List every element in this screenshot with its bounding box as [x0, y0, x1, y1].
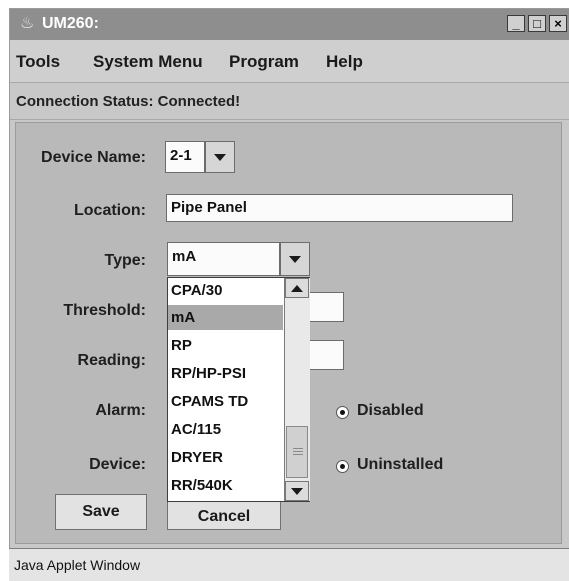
arrow-down-icon	[291, 488, 303, 495]
menu-system-menu[interactable]: System Menu	[93, 52, 203, 72]
alarm-disabled-radio[interactable]	[336, 406, 349, 419]
menu-bar: Tools System Menu Program Help	[10, 40, 569, 83]
connection-status: Connection Status: Connected!	[16, 93, 241, 110]
chevron-down-icon	[289, 256, 301, 263]
dropdown-option[interactable]: RR/540K	[168, 473, 283, 498]
window-title: UM260:	[42, 15, 99, 32]
grip-line	[293, 448, 303, 449]
location-input[interactable]: Pipe Panel	[166, 194, 513, 222]
dropdown-scrollbar[interactable]	[284, 278, 310, 501]
threshold-label: Threshold:	[63, 302, 146, 319]
device-uninstalled-label: Uninstalled	[357, 456, 444, 473]
reading-label: Reading:	[77, 352, 146, 369]
save-button[interactable]: Save	[55, 494, 147, 530]
device-name-label: Device Name:	[41, 149, 146, 166]
type-label: Type:	[104, 252, 146, 269]
grip-line	[293, 454, 303, 455]
alarm-label: Alarm:	[95, 402, 146, 419]
arrow-up-icon	[291, 285, 303, 292]
dropdown-option[interactable]: CPAMS TD	[168, 389, 283, 414]
maximize-button[interactable]: □	[528, 15, 546, 32]
close-button[interactable]: ×	[549, 15, 567, 32]
applet-warning-bar: Java Applet Window	[9, 548, 569, 581]
connection-status-bar: Connection Status: Connected!	[10, 83, 569, 120]
device-name-select[interactable]: 2-1	[165, 141, 205, 173]
device-uninstalled-radio[interactable]	[336, 460, 349, 473]
dropdown-option[interactable]: RP	[168, 333, 283, 358]
device-name-dropdown-button[interactable]	[205, 141, 235, 173]
alarm-disabled-label: Disabled	[357, 402, 424, 419]
type-select[interactable]: mA	[167, 242, 280, 276]
java-cup-icon: ♨	[20, 15, 35, 32]
title-bar[interactable]: ♨ UM260: _ □ ×	[10, 9, 569, 40]
type-dropdown-button[interactable]	[280, 242, 310, 276]
dropdown-option-selected[interactable]: mA	[168, 305, 283, 330]
device-label: Device:	[89, 456, 146, 473]
menu-program[interactable]: Program	[229, 52, 299, 72]
grip-line	[293, 451, 303, 452]
applet-window-label: Java Applet Window	[14, 557, 141, 573]
dropdown-option[interactable]: AC/115	[168, 417, 283, 442]
minimize-button[interactable]: _	[507, 15, 525, 32]
menu-help[interactable]: Help	[326, 52, 363, 72]
dropdown-option[interactable]: RP/HP-PSI	[168, 361, 283, 386]
location-label: Location:	[74, 202, 146, 219]
chevron-down-icon	[214, 154, 226, 161]
dropdown-option[interactable]: DRYER	[168, 445, 283, 470]
scroll-thumb[interactable]	[286, 426, 308, 478]
scroll-down-button[interactable]	[285, 481, 309, 501]
scroll-up-button[interactable]	[285, 278, 309, 298]
type-dropdown-list: CPA/30 mA RP RP/HP-PSI CPAMS TD AC/115 D…	[167, 277, 310, 502]
applet-window: ♨ UM260: _ □ × Tools System Menu Program…	[9, 8, 569, 581]
dropdown-option[interactable]: CPA/30	[168, 278, 283, 303]
menu-tools[interactable]: Tools	[16, 52, 60, 72]
